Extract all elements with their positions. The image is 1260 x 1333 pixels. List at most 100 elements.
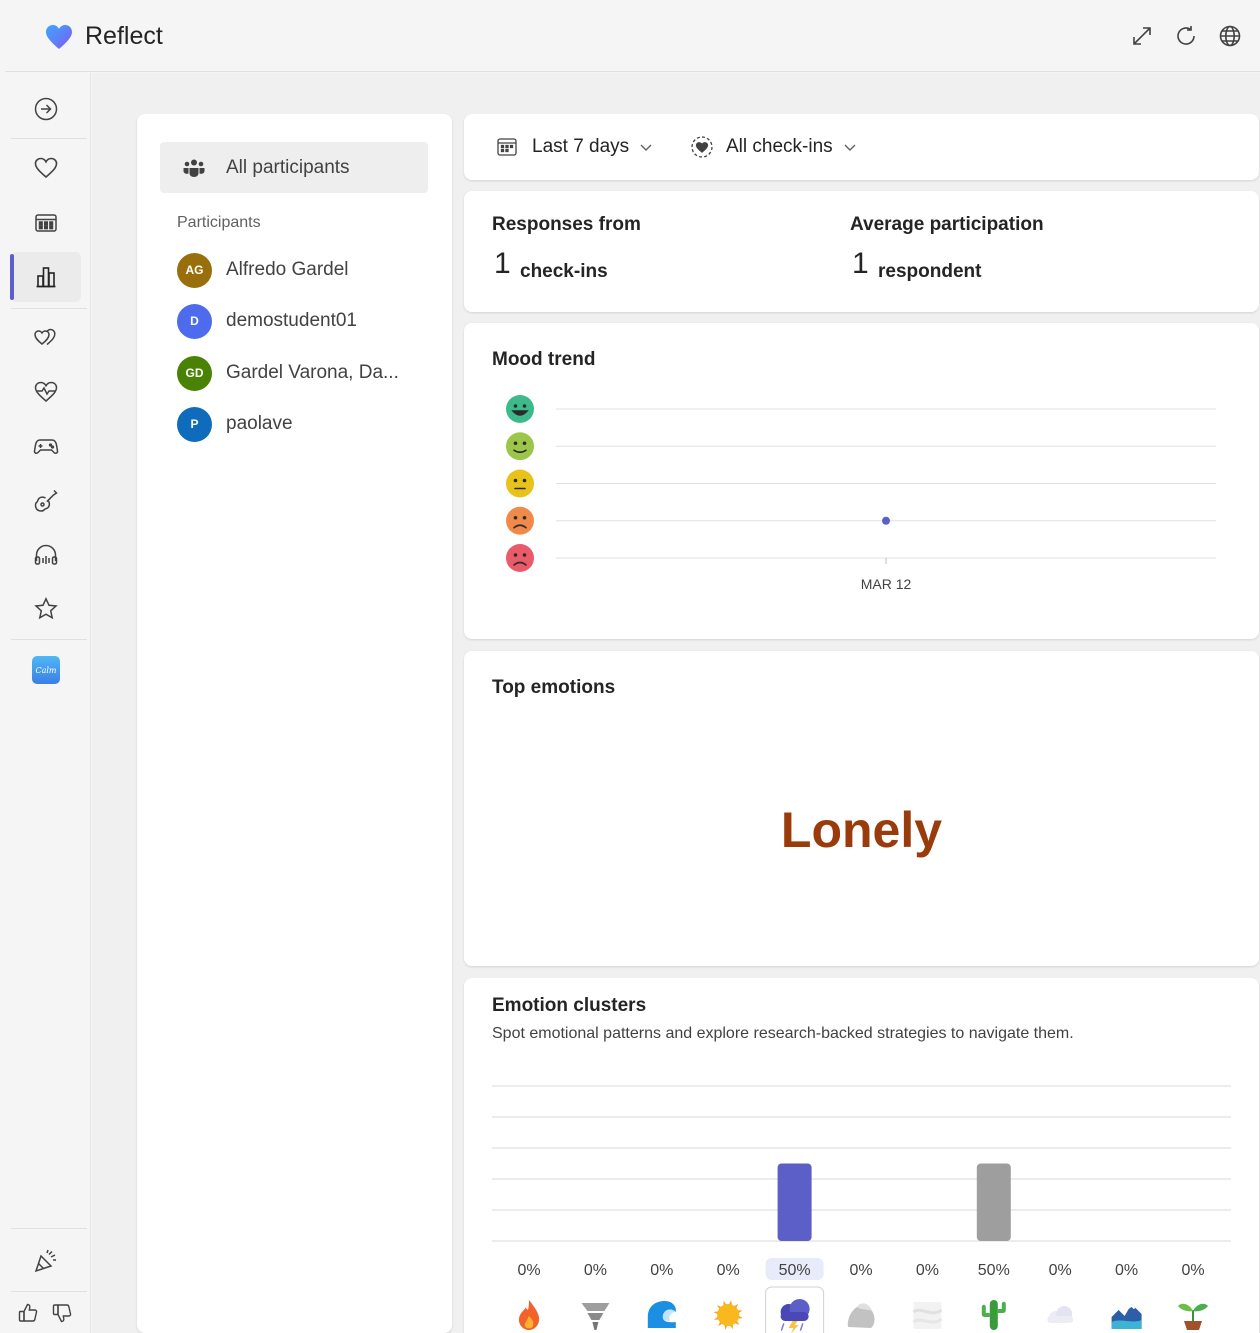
sad-face-icon [506,506,534,535]
people-group-icon [182,158,208,178]
rail-item-home[interactable] [11,84,81,134]
rail-item-audio[interactable] [11,530,81,580]
party-popper-icon [34,1249,56,1273]
rock-icon[interactable] [847,1303,875,1328]
cluster-value-label: 50% [779,1262,811,1279]
cluster-value-label: 0% [650,1262,673,1279]
avatar: GD [177,355,212,391]
feedback-like[interactable] [11,1293,45,1333]
rail-item-whats-new[interactable] [11,1236,81,1286]
checkins-dropdown[interactable]: All check-ins [690,132,857,162]
emotion-clusters-card: Emotion clusters Spot emotional patterns… [464,978,1259,1333]
avatar: P [177,406,212,442]
cluster-value-label: 0% [584,1262,607,1279]
checkins-label: All check-ins [726,136,833,157]
happy-face-icon [506,432,534,461]
top-emotions-card: Top emotions Lonely [464,651,1259,966]
top-emotion-word: Lonely [780,802,943,858]
participant-row[interactable]: P paolave [177,406,293,442]
heartbeat-icon [34,381,58,402]
emotion-clusters-chart: 0% 0% 0% 0% 50% 0% 0% 50% 0% 0% 0% [492,1085,1231,1333]
cluster-bar[interactable] [976,1163,1011,1242]
angry-face-icon [506,544,534,572]
participation-label: Average participation [850,214,1044,235]
title-actions [1128,22,1244,50]
participation-unit: respondent [878,261,982,282]
responses-value: 1 [494,247,511,280]
heart-sparkle-icon [691,136,713,158]
responses-label: Responses from [492,214,641,235]
x-tick-label: MAR 12 [861,576,912,592]
left-rail: Calm [5,73,91,1333]
title-bar: Reflect [5,8,1260,72]
participant-row[interactable]: GD Gardel Varona, Da... [177,355,399,391]
cluster-value-label: 50% [978,1262,1010,1279]
participant-row[interactable]: D demostudent01 [177,303,357,339]
avatar: D [177,303,212,339]
participant-name: Gardel Varona, Da... [226,362,399,383]
arrow-circle-icon [34,97,58,121]
cluster-value-label: 0% [517,1262,540,1279]
rail-item-calm[interactable]: Calm [11,645,81,695]
globe-icon[interactable] [1216,22,1244,50]
app-title: Reflect [85,22,163,50]
participant-name: paolave [226,413,293,434]
cluster-bar[interactable] [777,1163,812,1242]
calm-app-text: Calm [35,666,56,675]
expand-icon[interactable] [1128,22,1156,50]
rail-item-music[interactable] [11,476,81,526]
avatar: AG [177,252,212,288]
thumbs-up-icon [18,1303,38,1322]
neutral-face-icon [506,469,534,498]
mood-data-point[interactable] [882,516,890,525]
date-range-dropdown[interactable]: Last 7 days [496,132,653,162]
landscape-icon[interactable] [1111,1304,1142,1329]
cactus-icon[interactable] [981,1300,1006,1330]
top-emotions-title: Top emotions [492,677,616,698]
stats-card: Responses from 1 check-ins Average parti… [464,191,1259,312]
responses-unit: check-ins [520,261,608,282]
all-participants-button[interactable]: All participants [160,142,428,193]
participant-row[interactable]: AG Alfredo Gardel [177,252,349,288]
reflect-logo-icon [46,25,72,49]
tornado-icon[interactable] [581,1303,610,1330]
headphones-icon [34,544,58,565]
calendar-grid-icon [35,214,57,232]
cluster-value-label: 0% [1181,1262,1204,1279]
filter-bar: Last 7 days All check-ins [464,114,1259,180]
participants-section-label: Participants [177,214,261,231]
fire-icon[interactable] [519,1300,540,1330]
cluster-value-label: 0% [916,1262,939,1279]
sun-icon[interactable] [713,1300,743,1330]
participants-panel: All participants Participants AG Alfredo… [137,114,452,1333]
cluster-value-label: 0% [1115,1262,1138,1279]
rail-item-insights[interactable] [10,252,81,302]
mood-trend-chart: MAR 12 [506,395,1216,592]
rail-item-calendar[interactable] [11,198,81,248]
bar-chart-icon [36,267,56,288]
rail-item-favorites[interactable] [11,584,81,634]
rail-item-relationships[interactable] [11,313,81,363]
participant-name: Alfredo Gardel [226,259,349,280]
very-happy-face-icon [506,395,534,423]
sprout-icon[interactable] [1178,1303,1208,1330]
rail-item-wellbeing[interactable] [11,367,81,417]
rail-item-checkin[interactable] [11,143,81,193]
chevron-down-icon [843,142,857,152]
feedback-dislike[interactable] [45,1293,79,1333]
cluster-value-label: 0% [717,1262,740,1279]
guitar-icon [34,489,58,512]
star-icon [34,597,58,620]
participation-value: 1 [852,247,869,280]
participant-name: demostudent01 [226,310,357,331]
date-range-label: Last 7 days [532,136,630,157]
rail-item-games[interactable] [11,421,81,471]
mood-trend-card: Mood trend MAR 12 [464,323,1259,639]
wave-icon[interactable] [647,1301,676,1328]
cluster-value-label: 0% [1049,1262,1072,1279]
cloud-icon[interactable] [1047,1306,1074,1323]
calendar-icon [497,138,517,156]
fog-icon[interactable] [912,1302,943,1329]
refresh-icon[interactable] [1172,22,1200,50]
cluster-value-label: 0% [849,1262,872,1279]
